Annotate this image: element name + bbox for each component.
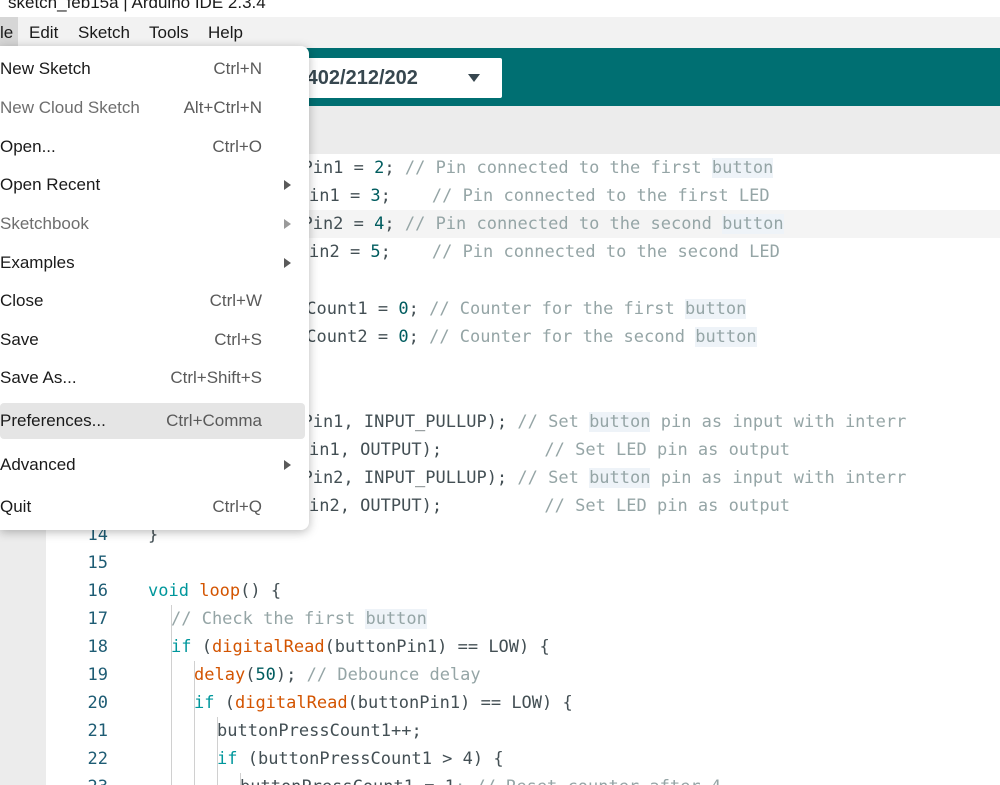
menu-item-save-as[interactable]: Save As... Ctrl+Shift+S (0, 360, 309, 396)
caret-down-icon (468, 74, 480, 82)
code-line: 23 buttonPressCount1 = 1; // Reset count… (46, 773, 1000, 785)
line-number: 23 (46, 773, 108, 785)
indent-guide (240, 773, 241, 785)
menu-item-quit[interactable]: Quit Ctrl+Q (0, 489, 309, 525)
menu-item-open-recent[interactable]: Open Recent (0, 167, 309, 203)
window-titlebar: sketch_feb15a | Arduino IDE 2.3.4 (0, 0, 1000, 17)
file-menu: New Sketch Ctrl+N New Cloud Sketch Alt+Ctr… (0, 46, 309, 530)
menu-item-examples[interactable]: Examples (0, 245, 309, 281)
line-number: 16 (87, 581, 108, 601)
indent-guide (171, 605, 172, 785)
line-number: 21 (87, 721, 108, 741)
menu-help[interactable]: Help (208, 17, 243, 48)
code-line: 18 if (digitalRead(buttonPin1) == LOW) { (46, 633, 1000, 661)
menu-item-save[interactable]: Save Ctrl+S (0, 322, 309, 358)
indent-guide (194, 661, 195, 785)
code-line: 21 buttonPressCount1++; (46, 717, 1000, 745)
submenu-arrow-icon (284, 460, 291, 470)
board-label: 2/402/212/202 (290, 67, 418, 89)
menubar: le Edit Sketch Tools Help (0, 17, 1000, 48)
menu-file[interactable]: le (0, 17, 18, 48)
menu-item-new-sketch[interactable]: New Sketch Ctrl+N (0, 51, 309, 87)
code-line: 16 void loop() { (46, 577, 1000, 605)
menu-tools[interactable]: Tools (149, 17, 189, 48)
code-line: 20 if (digitalRead(buttonPin1) == LOW) { (46, 689, 1000, 717)
line-number: 15 (87, 553, 108, 573)
submenu-arrow-icon (284, 258, 291, 268)
window-title: sketch_feb15a | Arduino IDE 2.3.4 (8, 0, 266, 12)
line-number: 17 (87, 609, 108, 629)
menu-item-sketchbook[interactable]: Sketchbook (0, 206, 309, 242)
menu-item-preferences[interactable]: Preferences... Ctrl+Comma (0, 403, 305, 439)
menu-sketch[interactable]: Sketch (78, 17, 130, 48)
menu-item-open[interactable]: Open... Ctrl+O (0, 129, 309, 165)
code-line: 19 delay(50); // Debounce delay (46, 661, 1000, 689)
line-number: 18 (87, 637, 108, 657)
code-line: 15 (46, 549, 1000, 577)
menu-item-new-cloud-sketch[interactable]: New Cloud Sketch Alt+Ctrl+N (0, 90, 309, 126)
menu-edit[interactable]: Edit (29, 17, 58, 48)
menu-item-close[interactable]: Close Ctrl+W (0, 283, 309, 319)
code-line: 22 if (buttonPressCount1 > 4) { (46, 745, 1000, 773)
indent-guide (217, 717, 218, 785)
menu-item-advanced[interactable]: Advanced (0, 447, 309, 483)
submenu-arrow-icon (284, 219, 291, 229)
code-line: 17 // Check the first button (46, 605, 1000, 633)
line-number: 22 (87, 749, 108, 769)
line-number: 20 (87, 693, 108, 713)
line-number: 19 (87, 665, 108, 685)
submenu-arrow-icon (284, 180, 291, 190)
